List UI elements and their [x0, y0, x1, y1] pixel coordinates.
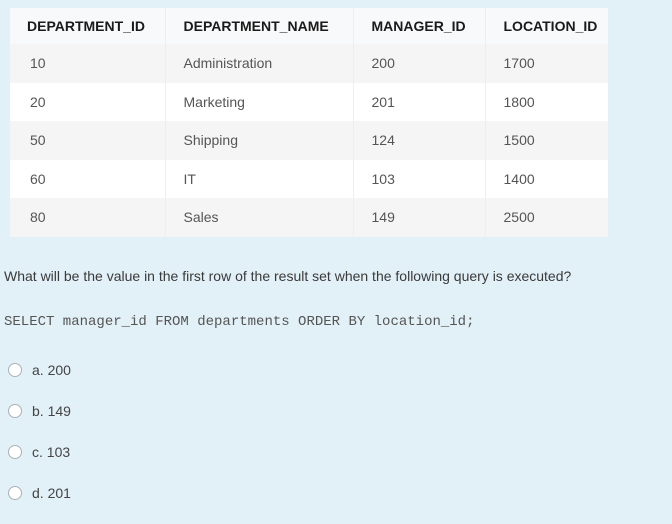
cell-department-id: 60	[10, 159, 165, 198]
cell-location-id: 1500	[484, 121, 608, 160]
option-c[interactable]: c. 103	[8, 442, 71, 462]
option-d[interactable]: d. 201	[8, 483, 71, 503]
table-row: 10 Administration 200 1700	[10, 44, 608, 83]
cell-department-id: 20	[10, 82, 165, 121]
cell-department-name: IT	[164, 159, 353, 198]
cell-manager-id: 103	[352, 159, 485, 198]
cell-manager-id: 149	[352, 198, 485, 237]
answer-options: a. 200 b. 149 c. 103 d. 201	[8, 360, 71, 524]
radio-button-c[interactable]	[8, 445, 22, 459]
table-header-row: DEPARTMENT_ID DEPARTMENT_NAME MANAGER_ID…	[10, 8, 608, 44]
cell-location-id: 1400	[484, 159, 608, 198]
radio-button-d[interactable]	[8, 486, 22, 500]
option-b[interactable]: b. 149	[8, 401, 71, 421]
column-header-department-id: DEPARTMENT_ID	[10, 8, 165, 44]
cell-location-id: 1800	[484, 82, 608, 121]
table-row: 80 Sales 149 2500	[10, 198, 608, 237]
cell-location-id: 2500	[484, 198, 608, 237]
option-d-label: d. 201	[32, 485, 71, 501]
cell-location-id: 1700	[484, 44, 608, 83]
cell-department-name: Administration	[164, 44, 353, 83]
cell-department-name: Shipping	[164, 121, 353, 160]
table-row: 20 Marketing 201 1800	[10, 82, 608, 121]
cell-department-id: 50	[10, 121, 165, 160]
option-a[interactable]: a. 200	[8, 360, 71, 380]
column-header-location-id: LOCATION_ID	[484, 8, 608, 44]
cell-manager-id: 200	[352, 44, 485, 83]
radio-button-b[interactable]	[8, 404, 22, 418]
cell-manager-id: 124	[352, 121, 485, 160]
departments-table: DEPARTMENT_ID DEPARTMENT_NAME MANAGER_ID…	[10, 8, 608, 237]
sql-query: SELECT manager_id FROM departments ORDER…	[4, 314, 475, 330]
option-a-label: a. 200	[32, 362, 71, 378]
radio-button-a[interactable]	[8, 363, 22, 377]
column-header-manager-id: MANAGER_ID	[352, 8, 485, 44]
option-c-label: c. 103	[32, 444, 71, 460]
cell-manager-id: 201	[352, 82, 485, 121]
table-row: 60 IT 103 1400	[10, 159, 608, 198]
table-row: 50 Shipping 124 1500	[10, 121, 608, 160]
option-b-label: b. 149	[32, 403, 71, 419]
cell-department-id: 10	[10, 44, 165, 83]
cell-department-name: Marketing	[164, 82, 353, 121]
question-text: What will be the value in the first row …	[4, 268, 572, 284]
cell-department-name: Sales	[164, 198, 353, 237]
column-header-department-name: DEPARTMENT_NAME	[164, 8, 353, 44]
departments-table-container: DEPARTMENT_ID DEPARTMENT_NAME MANAGER_ID…	[10, 8, 608, 237]
cell-department-id: 80	[10, 198, 165, 237]
